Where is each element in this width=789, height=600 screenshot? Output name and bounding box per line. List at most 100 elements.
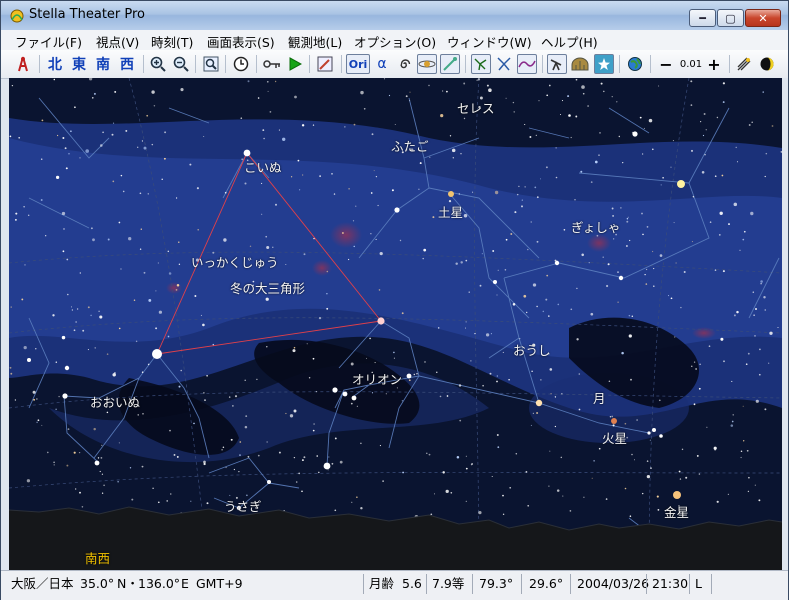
west-button[interactable]: 西 (117, 54, 137, 74)
alpha-button[interactable]: α (372, 54, 392, 74)
star (691, 149, 693, 152)
label-gemini[interactable]: ふたご (391, 136, 429, 155)
menu-view[interactable]: 視点(V) (96, 32, 139, 51)
star (497, 446, 500, 449)
label-lepus[interactable]: うさぎ (224, 496, 262, 515)
constellation-line-toggle[interactable] (471, 54, 491, 74)
milkyway-toggle[interactable] (517, 54, 537, 74)
star (502, 351, 504, 353)
star (718, 234, 721, 236)
menu-window[interactable]: ウィンドウ(W) (447, 32, 532, 51)
menu-bar: ファイル(F) 視点(V) 時刻(T) 画面表示(S) 観測地(L) オプション… (1, 30, 788, 50)
star (391, 189, 394, 192)
step-back-button[interactable] (262, 54, 282, 74)
status-time: 21:30 (652, 576, 689, 591)
maximize-button[interactable]: ▢ (717, 9, 744, 27)
play-button[interactable] (285, 54, 305, 74)
north-button[interactable]: 北 (45, 54, 65, 74)
star (371, 392, 374, 394)
star (536, 305, 538, 308)
star (107, 238, 110, 241)
star (529, 136, 532, 138)
observer-button[interactable] (13, 54, 33, 74)
label-winter-triangle[interactable]: 冬の大三角形 (230, 278, 305, 297)
toolbar-separator (309, 55, 310, 73)
east-button[interactable]: 東 (69, 54, 89, 74)
dome-button[interactable] (570, 54, 590, 74)
menu-help[interactable]: ヘルプ(H) (541, 32, 598, 51)
star (228, 396, 231, 398)
label-venus[interactable]: 金星 (664, 502, 689, 521)
menu-file[interactable]: ファイル(F) (15, 32, 82, 51)
star (61, 335, 66, 340)
star-atlas-toggle[interactable] (594, 54, 614, 74)
settings-button[interactable] (315, 54, 335, 74)
star (139, 192, 142, 195)
star (147, 363, 150, 366)
constellation-figure-button[interactable] (494, 54, 514, 74)
label-moon[interactable]: 月 (593, 388, 606, 407)
star (569, 510, 572, 512)
star (618, 135, 621, 138)
star (203, 460, 206, 464)
menu-options[interactable]: オプション(O) (354, 32, 436, 51)
label-auriga[interactable]: ぎょしゃ (571, 217, 620, 236)
label-orion[interactable]: オリオン (352, 369, 402, 388)
star (202, 323, 205, 327)
menu-time[interactable]: 時刻(T) (151, 32, 193, 51)
ecliptic-toggle[interactable] (417, 54, 437, 74)
label-taurus[interactable]: おうし (513, 340, 551, 359)
star (155, 327, 158, 330)
menu-location[interactable]: 観測地(L) (288, 32, 342, 51)
star (73, 329, 76, 332)
star (356, 496, 358, 498)
meteor-button[interactable] (734, 54, 754, 74)
zoom-in-button[interactable] (148, 54, 168, 74)
star (375, 238, 377, 240)
star (440, 114, 444, 118)
star (458, 384, 462, 387)
menu-display[interactable]: 画面表示(S) (207, 32, 275, 51)
minimize-icon: ━ (699, 11, 706, 25)
label-mars[interactable]: 火星 (602, 428, 627, 447)
label-monoceros[interactable]: いっかくじゅう (191, 252, 279, 271)
label-canis-minor[interactable]: こいぬ (244, 157, 282, 176)
moon-phase-button[interactable] (757, 54, 777, 74)
sky-view[interactable]: セレス ふたご こいぬ 土星 ぎょしゃ いっかくじゅう 冬の大三角形 おうし オ… (9, 78, 782, 570)
star (203, 392, 205, 394)
search-button[interactable] (201, 54, 221, 74)
close-button[interactable]: ✕ (745, 9, 781, 27)
label-ceres[interactable]: セレス (457, 98, 495, 117)
star (746, 449, 749, 452)
orientation-toggle[interactable]: Ori (346, 54, 370, 74)
observer-icon (18, 56, 28, 72)
star (157, 262, 159, 264)
title-bar[interactable]: Stella Theater Pro ━ ▢ ✕ (1, 1, 788, 31)
star (352, 220, 355, 222)
label-canis-major[interactable]: おおいぬ (90, 392, 140, 411)
zoom-out-button[interactable] (171, 54, 191, 74)
star (244, 182, 247, 185)
star (764, 175, 766, 178)
star (297, 159, 300, 162)
earth-button[interactable] (625, 54, 645, 74)
star (532, 283, 537, 287)
label-saturn[interactable]: 土星 (438, 202, 463, 221)
galaxy-button[interactable] (395, 54, 415, 74)
south-button[interactable]: 南 (93, 54, 113, 74)
magnitude-plus-button[interactable]: + (704, 54, 724, 74)
minimize-button[interactable]: ━ (689, 9, 716, 27)
star (148, 298, 152, 302)
horizon-toggle[interactable] (547, 54, 567, 74)
star (714, 269, 717, 271)
comet-toggle[interactable] (440, 54, 460, 74)
magnitude-minus-button[interactable]: − (656, 54, 676, 74)
star (164, 131, 167, 134)
clock-button[interactable] (231, 54, 251, 74)
star (113, 371, 116, 374)
star (735, 146, 737, 149)
star-alnitak (332, 387, 338, 393)
star (14, 218, 17, 221)
star (581, 253, 584, 257)
star (545, 298, 548, 301)
